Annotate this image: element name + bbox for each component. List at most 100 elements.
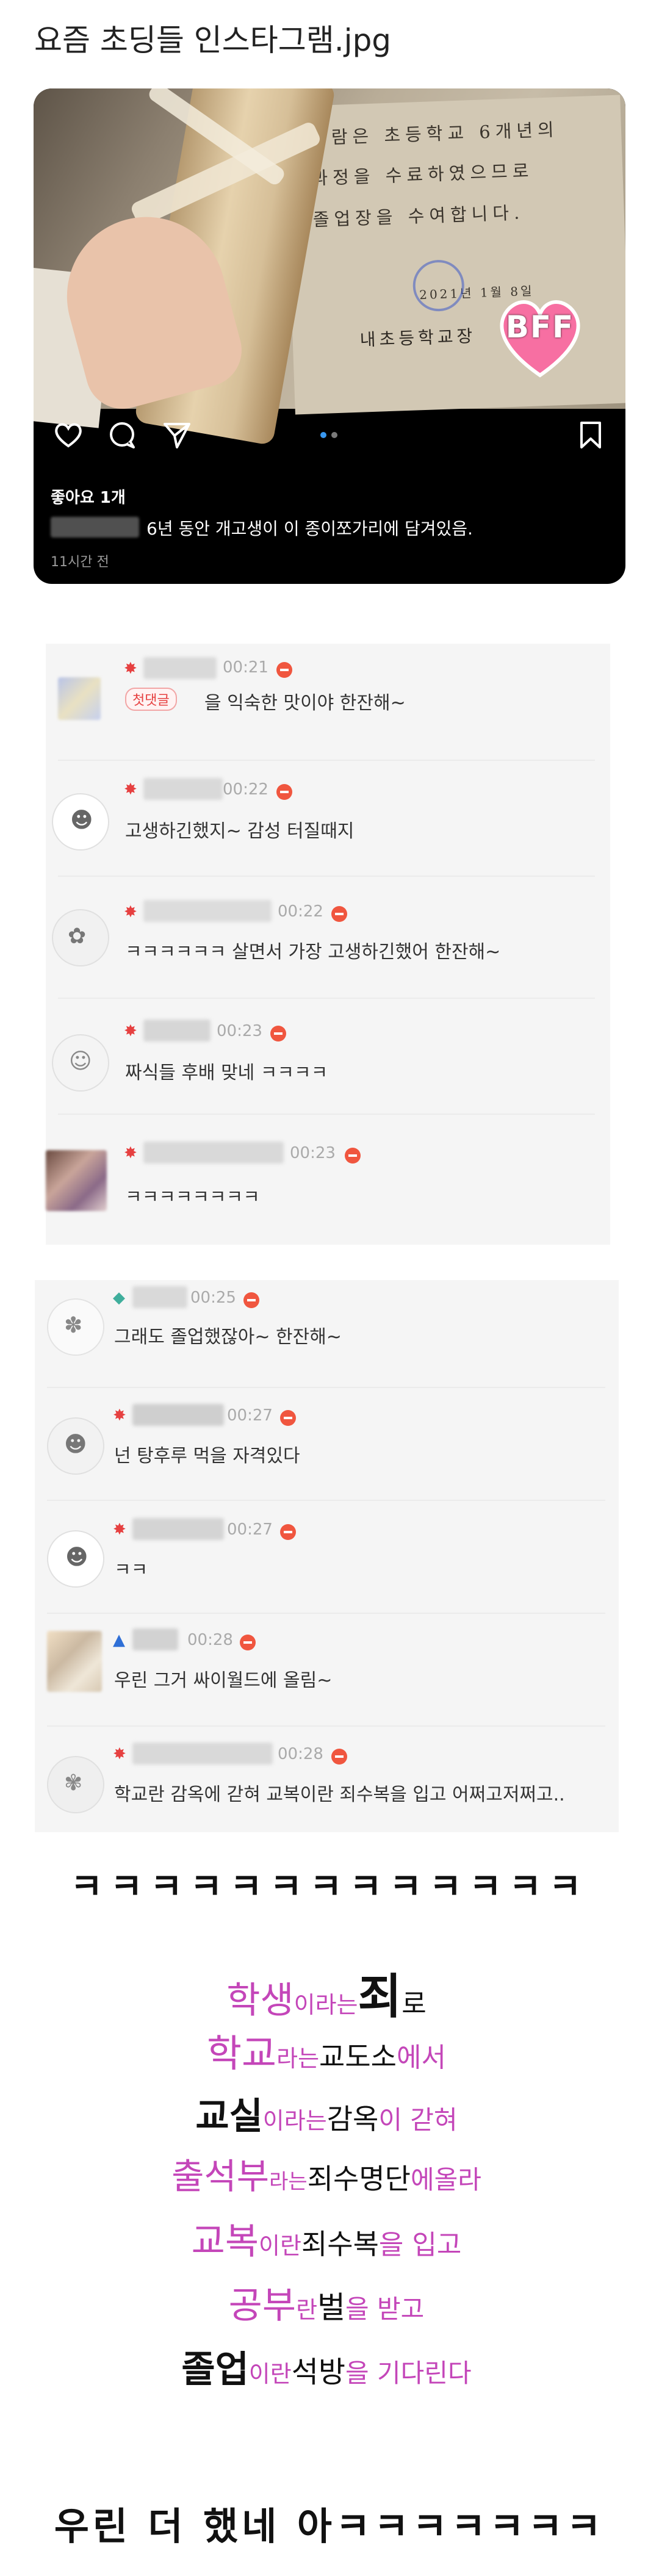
username-blurred[interactable] [132,1518,224,1540]
avatar[interactable]: ✾ [47,1756,104,1813]
comment: ☻ ✸ 00:27 ㅋㅋ [35,1500,619,1613]
avatar[interactable] [46,1150,107,1211]
avatar[interactable] [47,1631,102,1692]
poem-word: 죄 [358,1969,402,2024]
certificate-school: 내초등학교장 [359,326,477,350]
poem-word: 교도소 [319,2040,397,2073]
poem-word: 로 [402,1988,427,2020]
username-blurred[interactable] [143,1142,284,1164]
crab-icon: ✸ [113,1406,126,1425]
minus-badge-icon [280,1410,296,1426]
poem-line: 교실이라는감옥이 갇혀 [128,2087,525,2140]
crab-icon: ✸ [124,1022,137,1040]
comment: ✸ 00:21 첫댓글 을 익숙한 맛이야 한잔해~ [46,644,610,760]
certificate-line: 과정을 수료하였으므로 [311,160,534,189]
comment-time: 00:28 [187,1631,233,1649]
poem-line: 학교라는교도소에서 [128,2023,525,2078]
minus-badge-icon [240,1635,256,1650]
crab-icon: ✸ [124,660,137,678]
avatar[interactable] [58,677,101,720]
crab-icon: ✸ [113,1520,126,1539]
poem-word: 출석부 [171,2156,270,2197]
comment-text: 학교란 감옥에 갇혀 교복이란 죄수복을 입고 어쩌고저쩌고.. [114,1784,565,1805]
caption-username-blurred[interactable] [51,517,139,538]
comment: ☻ ✸ 00:22 고생하긴했지~ 감성 터질때지 [46,760,610,876]
username-blurred[interactable] [132,1286,187,1308]
username-blurred[interactable] [132,1628,178,1650]
bff-text: BFF [505,309,575,345]
crab-icon: ✸ [124,1144,137,1162]
username-blurred[interactable] [143,657,217,679]
comment-time: 00:25 [190,1289,236,1307]
username-blurred[interactable] [143,900,272,922]
comment-text: ㅋㅋ [114,1560,148,1581]
poem-word: 이라는 [293,1991,358,2018]
avatar[interactable]: ✿ [52,909,109,966]
comment-time: 00:22 [278,902,323,921]
poem-word: 석방 [291,2355,346,2389]
poem-word: 공부 [228,2284,297,2327]
poem-word: 교복 [191,2220,259,2263]
comment-text: 우린 그거 싸이월드에 올림~ [114,1670,333,1691]
minus-badge-icon [331,906,347,922]
comment: ▲ 00:28 우린 그거 싸이월드에 올림~ [35,1613,619,1725]
comment: ☻ ✸ 00:27 넌 탕후루 먹을 자격있다 [35,1387,619,1500]
comment-time: 00:27 [227,1406,273,1425]
caption-text: 6년 동안 개고생이 이 종이쪼가리에 담겨있음. [146,519,473,539]
post-time: 11시간 전 [51,555,109,570]
poem-word: 죄수명단 [307,2162,411,2195]
avatar[interactable]: ☺ [52,1034,109,1092]
username-blurred[interactable] [143,1020,211,1042]
carousel-dot-active [320,432,326,438]
send-icon[interactable] [162,420,192,450]
crab-icon: ✸ [124,780,137,799]
username-blurred[interactable] [143,778,223,800]
comment: ✽ ◆ 00:25 그래도 졸업했잖아~ 한잔해~ [35,1280,619,1387]
instagram-post-card: 사람은 초등학교 6개년의 과정을 수료하였으므로 졸업장을 수여합니다. 20… [34,88,625,584]
penguin-icon: ☻ [70,808,93,833]
poem-line: 출석부라는죄수명단에올라 [128,2148,525,2199]
avatar[interactable]: ☻ [47,1530,104,1588]
poem-word: 을 받고 [345,2294,425,2324]
minus-badge-icon [270,1026,286,1042]
poem-word: 이 갇혀 [378,2105,458,2135]
minus-badge-icon [331,1749,347,1765]
minus-badge-icon [280,1524,296,1540]
carousel-dot [331,432,337,438]
poem-image: 학생이라는죄로 학교라는교도소에서 교실이라는감옥이 갇혀 출석부라는죄수명단에… [128,1940,525,2422]
poem-line: 교복이란죄수복을 입고 [128,2212,525,2265]
crab-icon: ✸ [113,1745,126,1763]
comment-time: 00:21 [223,658,268,677]
comment: ☺ ✸ 00:23 짜식들 후배 맞네 ㅋㅋㅋㅋ [46,998,610,1114]
hippo-icon: ✾ [64,1771,83,1796]
username-blurred[interactable] [132,1743,273,1765]
laugh-text: ㅋㅋㅋㅋㅋㅋㅋㅋㅋㅋㅋㅋㅋ [70,1866,589,1907]
poem-line: 학생이라는죄로 [128,1959,525,2027]
poem-word: 죄수복 [301,2228,379,2261]
bookmark-icon[interactable] [575,420,606,450]
comment-text: ㅋㅋㅋㅋㅋㅋ 살면서 가장 고생하긴했어 한잔해~ [125,941,501,963]
likes-count[interactable]: 좋아요 1개 [51,485,126,508]
comment-text: 넌 탕후루 먹을 자격있다 [114,1445,300,1467]
comment-text: 그래도 졸업했잖아~ 한잔해~ [114,1326,342,1348]
poem-word: 을 기다린다 [345,2358,472,2388]
comment-text: ㅋㅋㅋㅋㅋㅋㅋㅋ [125,1187,260,1208]
heart-icon[interactable] [53,420,84,450]
badge-icon: ◆ [113,1289,125,1307]
comments-panel: ✽ ◆ 00:25 그래도 졸업했잖아~ 한잔해~ ☻ ✸ 00:27 넌 탕후… [35,1280,619,1832]
comment-icon[interactable] [107,420,137,450]
comments-panel: ✸ 00:21 첫댓글 을 익숙한 맛이야 한잔해~ ☻ ✸ 00:22 고생하… [46,644,610,1245]
poem-word: 이란 [259,2232,301,2259]
poem-word: 학생 [226,1979,294,2022]
crab-icon: ✸ [124,903,137,921]
avatar[interactable]: ☻ [47,1417,104,1475]
school-stamp [412,259,466,312]
avatar[interactable]: ☻ [52,793,109,851]
comment-time: 00:23 [217,1022,262,1040]
dinosaur-icon: ✿ [68,924,87,949]
username-blurred[interactable] [132,1404,224,1426]
comment-time: 00:22 [223,780,268,799]
avatar[interactable]: ✽ [47,1298,104,1356]
comment-text: 짜식들 후배 맞네 ㅋㅋㅋㅋ [125,1062,328,1084]
poem-word: 졸업 [181,2348,249,2391]
